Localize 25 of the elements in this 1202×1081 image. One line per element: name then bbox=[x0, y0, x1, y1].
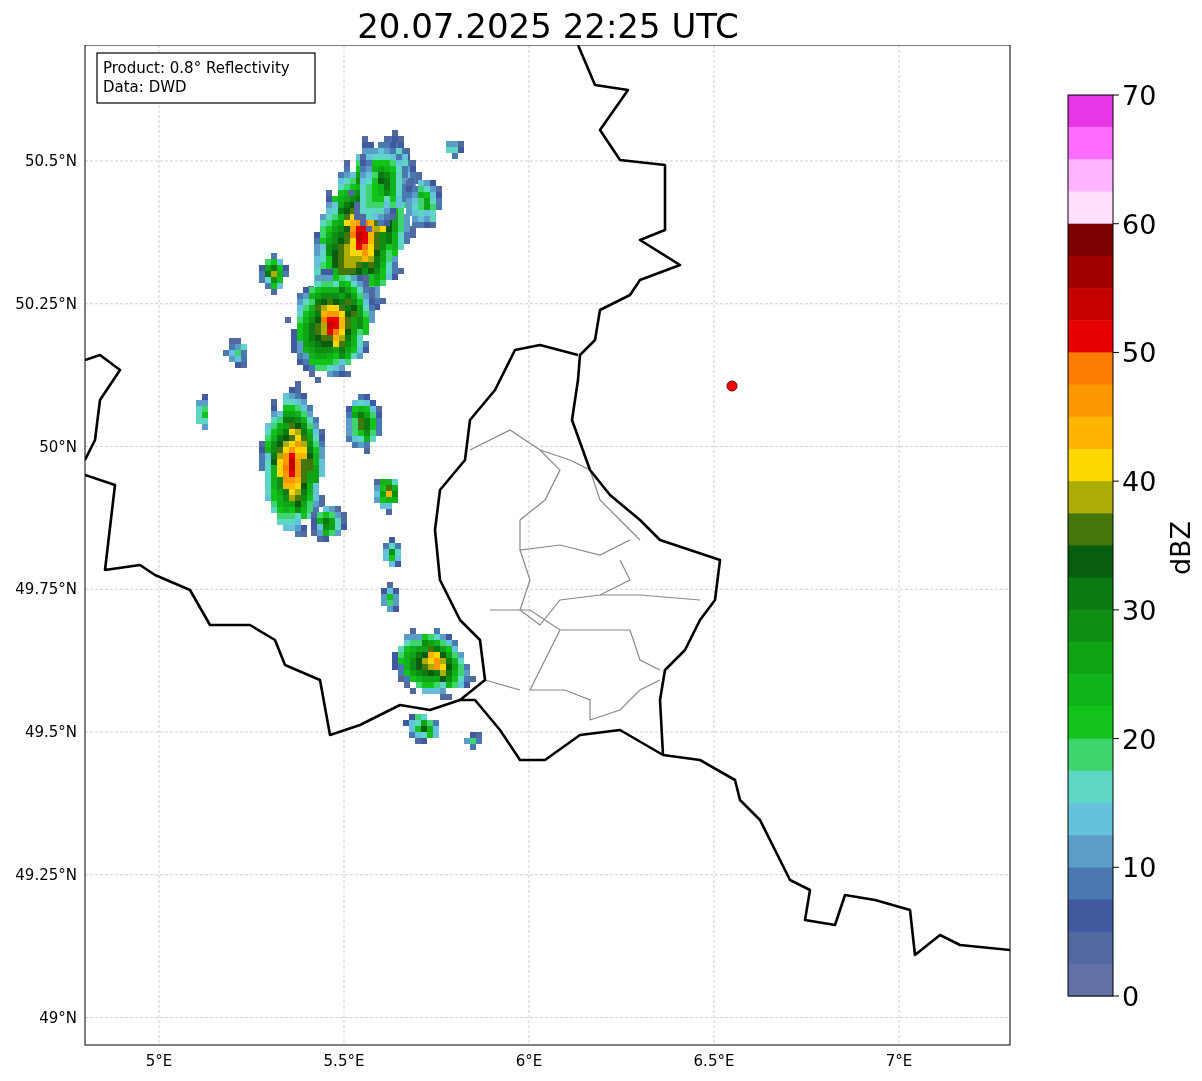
colorbar-tick-label: 70 bbox=[1122, 80, 1157, 111]
site-marker bbox=[726, 380, 738, 392]
longitude-label: 5.5°E bbox=[323, 1052, 365, 1070]
colorbar-tick-label: 20 bbox=[1122, 723, 1157, 755]
colorbar-tick-label: 60 bbox=[1122, 208, 1157, 240]
colorbar-label: dBZ bbox=[1165, 520, 1196, 576]
latitude-label: 49.75°N bbox=[15, 580, 77, 599]
latitude-label: 50.5°N bbox=[24, 152, 77, 170]
latitude-label: 49.5°N bbox=[24, 723, 77, 741]
info-text: Product: 0.8° Reflectivity bbox=[103, 59, 290, 77]
longitude-label: 7°E bbox=[885, 1052, 913, 1070]
longitude-label: 6°E bbox=[515, 1052, 543, 1070]
colorbar-tick-label: 40 bbox=[1122, 466, 1157, 498]
colorbar-tick-label: 0 bbox=[1122, 981, 1140, 1012]
colorbar-tick-label: 50 bbox=[1122, 337, 1157, 369]
colorbar-tick-label: 10 bbox=[1122, 852, 1157, 884]
longitude-label: 6.5°E bbox=[693, 1052, 735, 1070]
longitude-label: 5°E bbox=[145, 1052, 173, 1070]
info-text: Data: DWD bbox=[103, 78, 187, 96]
map-title: 20.07.2025 22:25 UTC bbox=[356, 5, 740, 45]
latitude-label: 50.25°N bbox=[15, 294, 77, 313]
latitude-label: 49°N bbox=[39, 1008, 77, 1027]
colorbar-tick-label: 30 bbox=[1122, 594, 1157, 626]
latitude-label: 49.25°N bbox=[15, 865, 77, 884]
latitude-label: 50°N bbox=[39, 437, 77, 456]
